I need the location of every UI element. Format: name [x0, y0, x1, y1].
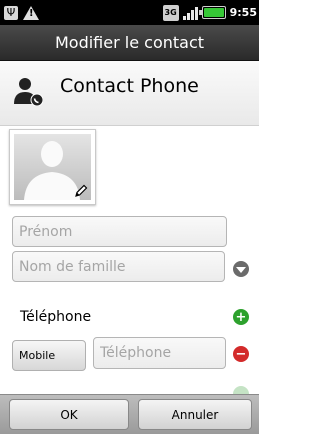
first-name-field[interactable]: [12, 216, 227, 247]
phone-number-input[interactable]: [100, 345, 219, 361]
status-icons-right: 3G 9:55: [162, 4, 257, 21]
cancel-button[interactable]: Annuler: [138, 399, 252, 430]
phone-type-selector[interactable]: Mobile: [12, 340, 86, 371]
page-title: Modifier le contact: [54, 33, 205, 52]
status-bar: Ψ 3G 9:55: [0, 0, 259, 25]
last-name-field[interactable]: [12, 251, 225, 282]
button-bar: OK Annuler: [0, 394, 259, 434]
network-3g-icon: 3G: [162, 4, 179, 21]
account-name: Contact Phone: [60, 75, 199, 97]
usb-icon: Ψ: [4, 5, 18, 20]
phone-number-field[interactable]: [93, 337, 226, 369]
account-header: Contact Phone: [0, 61, 259, 126]
battery-icon: [198, 6, 226, 19]
warning-icon: [23, 5, 39, 20]
signal-icon: [182, 6, 198, 20]
edit-contact-form: Téléphone + Mobile −: [0, 126, 259, 402]
title-bar: Modifier le contact: [0, 25, 259, 61]
add-phone-button[interactable]: +: [233, 309, 249, 325]
contact-photo-button[interactable]: [9, 129, 96, 205]
phone-section-label: Téléphone: [20, 309, 92, 325]
expand-name-button[interactable]: [233, 261, 249, 277]
status-icons-left: Ψ: [4, 4, 39, 21]
edit-pencil-icon: [75, 184, 88, 197]
clock: 9:55: [229, 6, 257, 19]
contact-phone-icon: [14, 78, 43, 106]
first-name-input[interactable]: [19, 223, 220, 240]
remove-phone-button[interactable]: −: [233, 346, 249, 362]
ok-button[interactable]: OK: [9, 399, 129, 430]
last-name-input[interactable]: [19, 258, 218, 275]
